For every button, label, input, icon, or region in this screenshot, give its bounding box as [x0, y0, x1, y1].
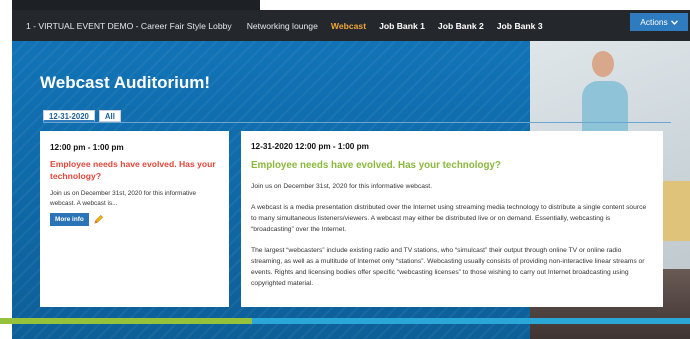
- nav-job-bank-1[interactable]: Job Bank 1: [379, 21, 425, 31]
- page-title: Webcast Auditorium!: [40, 73, 211, 92]
- stripe-blue: [252, 318, 690, 324]
- detail-date-time: 12-31-2020 12:00 pm - 1:00 pm: [251, 142, 369, 151]
- event-list-card: 12:00 pm - 1:00 pm Employee needs have e…: [40, 131, 229, 307]
- detail-paragraph: A webcast is a media presentation distri…: [251, 204, 647, 233]
- detail-paragraph: The largest “webcasters” include existin…: [251, 247, 645, 287]
- main-nav: 1 - VIRTUAL EVENT DEMO - Career Fair Sty…: [12, 21, 556, 31]
- footer-stripe: [0, 318, 690, 324]
- date-tabs: 12-31-2020 All: [43, 110, 121, 122]
- event-time: 12:00 pm - 1:00 pm: [50, 143, 124, 152]
- event-detail-card: 12-31-2020 12:00 pm - 1:00 pm Employee n…: [241, 131, 663, 307]
- photo-presenter-head: [592, 51, 614, 77]
- event-title-link[interactable]: Employee needs have evolved. Has your te…: [50, 158, 219, 182]
- tab-all[interactable]: All: [98, 110, 121, 122]
- stripe-green: [0, 318, 252, 324]
- event-title-link[interactable]: 1 - VIRTUAL EVENT DEMO - Career Fair Sty…: [26, 21, 232, 31]
- nav-job-bank-3[interactable]: Job Bank 3: [497, 21, 543, 31]
- top-strip: [12, 0, 260, 10]
- actions-label: Actions: [640, 17, 668, 27]
- more-info-button[interactable]: More info: [50, 213, 89, 226]
- top-nav-bar: 1 - VIRTUAL EVENT DEMO - Career Fair Sty…: [12, 0, 690, 41]
- nav-job-bank-2[interactable]: Job Bank 2: [438, 21, 484, 31]
- tabs-divider: [43, 122, 671, 123]
- event-description: Join us on December 31st, 2020 for this …: [50, 190, 196, 207]
- hero-section: Webcast Auditorium! 12-31-2020 All 12:00…: [12, 41, 690, 339]
- pencil-icon[interactable]: [93, 214, 104, 225]
- nav-networking-lounge[interactable]: Networking lounge: [247, 21, 318, 31]
- event-actions: More info: [50, 213, 219, 226]
- nav-webcast[interactable]: Webcast: [331, 21, 366, 31]
- detail-title: Employee needs have evolved. Has your te…: [251, 160, 501, 171]
- actions-button[interactable]: Actions: [630, 13, 688, 31]
- detail-paragraph: Join us on December 31st, 2020 for this …: [251, 183, 433, 190]
- tab-date[interactable]: 12-31-2020: [43, 110, 95, 122]
- chevron-down-icon: [670, 19, 678, 25]
